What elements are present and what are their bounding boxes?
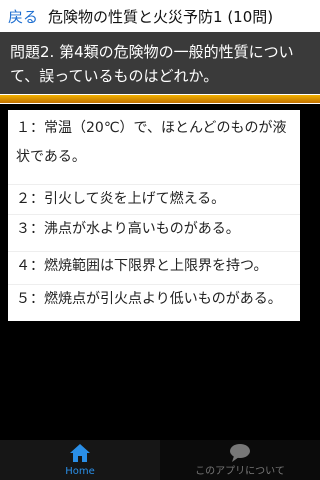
- bottom-navigation: Home このアプリについて: [0, 440, 320, 480]
- answer-option-5[interactable]: ５：燃焼点が引火点より低いものがある。: [8, 284, 300, 314]
- nav-home-label: Home: [65, 466, 95, 477]
- divider-bar: [0, 94, 320, 104]
- answer-list: １：常温（20℃）で、ほとんどのものが液状である。 ２：引火して炎を上げて燃える…: [8, 110, 300, 321]
- page-title: 危険物の性質と火災予防1 (10問): [48, 8, 274, 26]
- question-text: 問題2. 第4類の危険物の一般的性質について、誤っているものはどれか。: [0, 32, 320, 94]
- answer-option-1[interactable]: １：常温（20℃）で、ほとんどのものが液状である。: [8, 114, 300, 172]
- home-icon: [70, 444, 90, 462]
- back-button[interactable]: 戻る: [8, 6, 38, 27]
- answer-option-4[interactable]: ４：燃焼範囲は下限界と上限界を持つ。: [8, 251, 300, 281]
- nav-home[interactable]: Home: [0, 440, 160, 480]
- top-bar: 戻る 危険物の性質と火災予防1 (10問): [0, 0, 320, 32]
- speech-bubble-icon: [230, 444, 250, 462]
- nav-about[interactable]: このアプリについて: [160, 440, 320, 480]
- answer-option-2[interactable]: ２：引火して炎を上げて燃える。: [8, 184, 300, 214]
- answer-option-3[interactable]: ３：沸点が水より高いものがある。: [8, 214, 300, 244]
- nav-about-label: このアプリについて: [195, 466, 285, 477]
